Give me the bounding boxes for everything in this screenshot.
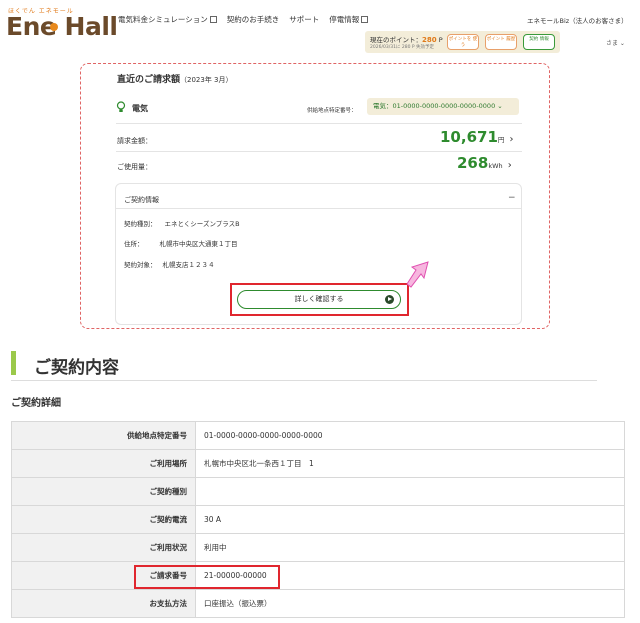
section-title: ご契約内容 <box>34 358 119 378</box>
usage-label: ご使用量： <box>117 163 152 171</box>
logo-text: Ene Hall <box>6 12 118 41</box>
row-label: ご利用場所 <box>11 449 196 478</box>
nav-outage[interactable]: 停電情報 <box>329 14 369 25</box>
section-subtitle: ご契約詳細 <box>11 398 61 409</box>
collapse-icon[interactable]: − <box>508 193 516 203</box>
supply-point-label: 供給地点特定番号： <box>307 108 357 114</box>
biz-link[interactable]: エネモールBiz（法人のお客さま） <box>527 15 628 25</box>
contract-details-table: 供給地点特定番号 01-0000-0000-0000-0000-0000 ご利用場… <box>11 421 625 618</box>
points-panel: 現在のポイント：280 P 2026/03/31に 280 P 失効予定 ポイン… <box>365 31 560 53</box>
table-row: ご契約種別 <box>11 477 625 506</box>
service-electricity: 電気 <box>132 104 148 113</box>
contract-info-button[interactable]: 契約 情報 <box>523 34 555 50</box>
nav-simulation[interactable]: 電気料金シミュレーション <box>118 14 217 25</box>
row-value: 30 A <box>195 505 625 534</box>
enehall-logo[interactable]: ほくでん エネモール Ene Hall <box>6 6 118 42</box>
contract-row-address: 住所： 札幌市中央区大通東１丁目 <box>124 240 238 248</box>
divider <box>116 208 521 209</box>
external-link-icon <box>209 16 217 23</box>
top-nav: 電気料金シミュレーション 契約のお手続き サポート 停電情報 <box>118 14 369 25</box>
table-row: ご契約電流 30 A <box>11 505 625 534</box>
use-points-button[interactable]: ポイントを 使う <box>447 34 479 50</box>
billing-title: 直近のご請求額（2023年 3月） <box>117 75 233 85</box>
chevron-right-icon: › <box>507 160 512 171</box>
amount-value[interactable]: 10,671円 › <box>440 127 513 146</box>
lightbulb-icon <box>116 101 126 112</box>
table-row: ご利用状況 利用中 <box>11 533 625 562</box>
section-divider <box>11 380 597 381</box>
highlight-billing-number <box>134 565 280 589</box>
points-history-button[interactable]: ポイント 履歴 <box>485 34 517 50</box>
pointer-arrow-icon <box>406 261 429 288</box>
chevron-right-icon: › <box>509 134 514 145</box>
arrow-right-icon <box>385 295 394 304</box>
row-value <box>195 477 625 506</box>
logo-dot-icon <box>50 23 58 31</box>
divider <box>116 123 522 124</box>
row-value: 01-0000-0000-0000-0000-0000 <box>195 421 625 450</box>
table-row: ご請求番号 21-00000-00000 <box>11 561 625 590</box>
contract-row-type: 契約種別： エネとくシーズンプラスB <box>124 220 240 228</box>
row-value: 札幌市中央区北一条西１丁目 1 <box>195 449 625 478</box>
nav-support[interactable]: サポート <box>289 14 319 25</box>
contract-info-title: ご契約情報 <box>124 196 159 204</box>
table-row: 供給地点特定番号 01-0000-0000-0000-0000-0000 <box>11 421 625 450</box>
row-label: ご利用状況 <box>11 533 196 562</box>
contract-row-target: 契約対象： 札幌支店１２３４ <box>124 261 215 269</box>
supply-point-select[interactable]: 電気：01-0000-0000-0000-0000-0000 ⌄ <box>367 98 519 115</box>
external-link-icon <box>361 16 369 23</box>
table-row: ご利用場所 札幌市中央区北一条西１丁目 1 <box>11 449 625 478</box>
row-value: 利用中 <box>195 533 625 562</box>
section-accent-bar <box>11 351 16 375</box>
points-expiry-note: 2026/03/31に 280 P 失効予定 <box>370 45 435 50</box>
table-row: お支払方法 口座振込（振込票） <box>11 589 625 618</box>
amount-label: 請求金額： <box>117 137 152 145</box>
points-current: 現在のポイント：280 P <box>370 36 443 44</box>
row-label: ご契約種別 <box>11 477 196 506</box>
usage-value[interactable]: 268kWh › <box>457 153 512 172</box>
row-label: お支払方法 <box>11 589 196 618</box>
row-label: 供給地点特定番号 <box>11 421 196 450</box>
row-label: ご契約電流 <box>11 505 196 534</box>
row-value: 口座振込（振込票） <box>195 589 625 618</box>
nav-contract-procedure[interactable]: 契約のお手続き <box>227 14 280 25</box>
divider <box>116 151 522 152</box>
detail-button[interactable]: 詳しく確認する <box>237 290 401 309</box>
user-menu[interactable]: さま ⌄ <box>606 38 625 47</box>
